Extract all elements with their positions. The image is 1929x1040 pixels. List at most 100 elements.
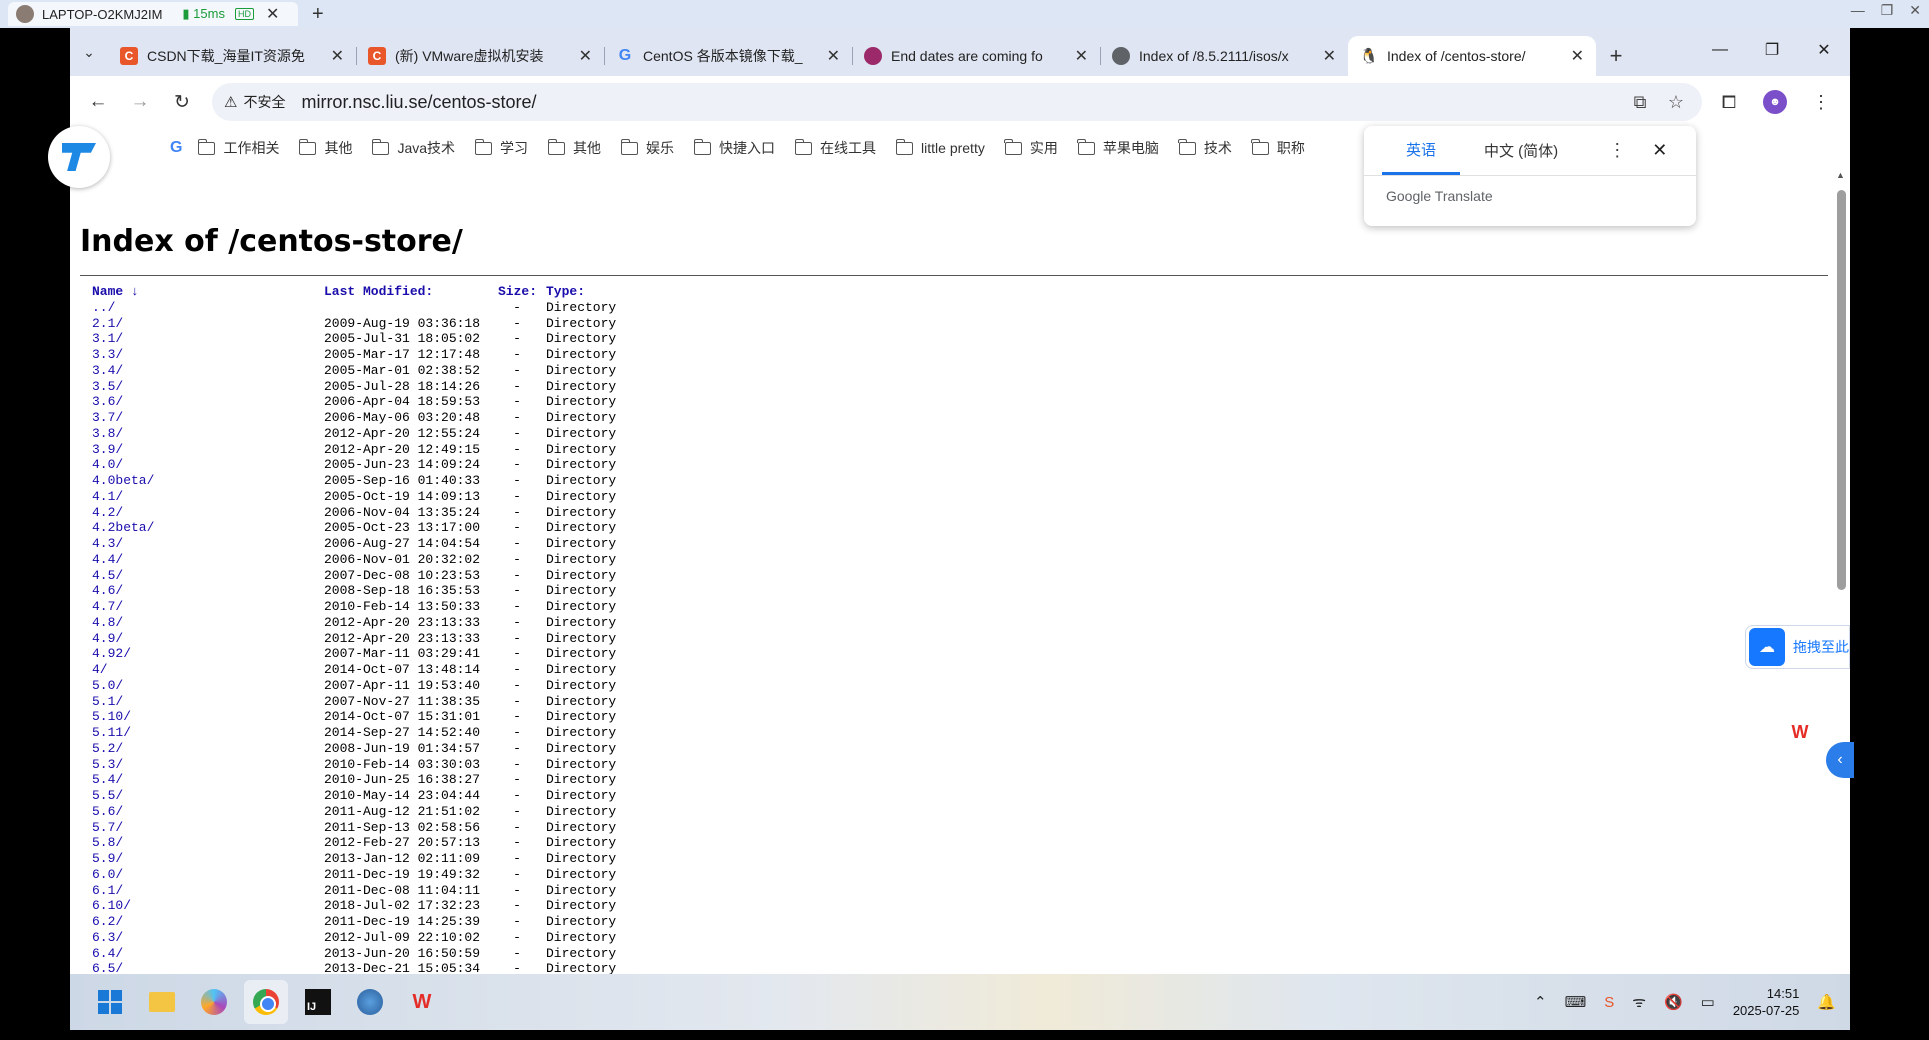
bookmark-folder[interactable]: 工作相关 (197, 138, 279, 158)
chevron-up-icon[interactable]: ⌃ (1534, 993, 1547, 1011)
entry-link[interactable]: 6.0/ (92, 867, 324, 883)
floating-app-logo[interactable] (48, 126, 110, 188)
sort-by-name[interactable]: Name ↓ (92, 284, 324, 300)
url-text[interactable]: mirror.nsc.liu.se/centos-store/ (301, 92, 1620, 113)
entry-link[interactable]: 4.2beta/ (92, 520, 324, 536)
bookmark-folder[interactable]: 学习 (474, 138, 528, 158)
entry-link[interactable]: 4/ (92, 662, 324, 678)
entry-link[interactable]: 4.0beta/ (92, 473, 324, 489)
entry-link[interactable]: 3.6/ (92, 394, 324, 410)
entry-link[interactable]: 4.92/ (92, 646, 324, 662)
file-explorer-icon[interactable] (140, 980, 184, 1024)
tab-close-icon[interactable]: ✕ (1075, 46, 1088, 66)
start-icon[interactable] (88, 980, 132, 1024)
new-tab-icon[interactable]: + (1596, 36, 1636, 76)
tab-end-dates[interactable]: End dates are coming fo ✕ (852, 36, 1100, 76)
page-scrollbar[interactable]: ▲ ▼ (1834, 168, 1848, 990)
google-bookmark-icon[interactable]: G (170, 139, 182, 157)
entry-link[interactable]: 5.1/ (92, 694, 324, 710)
entry-link[interactable]: 4.1/ (92, 489, 324, 505)
entry-link[interactable]: 5.10/ (92, 709, 324, 725)
entry-link[interactable]: 5.7/ (92, 820, 324, 836)
bookmark-folder[interactable]: 其他 (298, 138, 352, 158)
chevron-left-icon[interactable]: ‹ (1826, 742, 1854, 778)
extensions-icon[interactable]: ⧠ (1710, 83, 1748, 121)
minimize-icon[interactable]: — (1694, 28, 1746, 72)
bookmark-folder[interactable]: 实用 (1004, 138, 1058, 158)
volume-muted-icon[interactable]: 🔇 (1664, 993, 1683, 1011)
close-icon[interactable]: ✕ (1798, 28, 1850, 72)
bookmark-folder[interactable]: 技术 (1178, 138, 1232, 158)
scrollbar-thumb[interactable] (1837, 190, 1846, 590)
entry-link[interactable]: 4.7/ (92, 599, 324, 615)
back-icon[interactable]: ← (80, 84, 116, 120)
copilot-icon[interactable] (192, 980, 236, 1024)
entry-link[interactable]: 5.8/ (92, 835, 324, 851)
close-icon[interactable]: ✕ (1652, 140, 1667, 161)
bookmark-folder[interactable]: 职称 (1251, 138, 1305, 158)
wps-float-icon[interactable]: W (1780, 712, 1820, 752)
sort-by-type[interactable]: Type: (546, 284, 585, 300)
wps-icon[interactable]: W (400, 980, 444, 1024)
entry-link[interactable]: 2.1/ (92, 316, 324, 332)
clock[interactable]: 14:51 2025-07-25 (1733, 985, 1800, 1019)
entry-link[interactable]: 5.11/ (92, 725, 324, 741)
intellij-icon[interactable]: IJ (296, 980, 340, 1024)
bookmark-folder[interactable]: 其他 (547, 138, 601, 158)
scroll-up-icon[interactable]: ▲ (1836, 170, 1845, 180)
more-menu-icon[interactable]: ⋮ (1802, 83, 1840, 121)
tab-close-icon[interactable]: ✕ (1571, 46, 1584, 66)
entry-link[interactable]: 4.8/ (92, 615, 324, 631)
entry-link[interactable]: 5.5/ (92, 788, 324, 804)
entry-link[interactable]: 3.5/ (92, 379, 324, 395)
entry-link[interactable]: 3.3/ (92, 347, 324, 363)
translate-icon[interactable]: ⧉ (1624, 86, 1656, 118)
entry-link[interactable]: 3.1/ (92, 331, 324, 347)
entry-link[interactable]: 6.2/ (92, 914, 324, 930)
tab-index-isos[interactable]: Index of /8.5.2111/isos/x ✕ (1100, 36, 1348, 76)
bookmark-folder[interactable]: 快捷入口 (693, 138, 775, 158)
tab-index-centos-store[interactable]: 🐧 Index of /centos-store/ ✕ (1348, 36, 1596, 76)
sort-by-size[interactable]: Size: (488, 284, 546, 300)
restore-icon[interactable]: ❐ (1881, 2, 1894, 19)
entry-link[interactable]: ../ (92, 300, 324, 316)
entry-link[interactable]: 4.9/ (92, 631, 324, 647)
tab-vmware[interactable]: C (新) VMware虚拟机安装 ✕ (356, 36, 604, 76)
bookmark-folder[interactable]: Java技术 (371, 138, 455, 158)
more-options-icon[interactable]: ⋮ (1608, 140, 1626, 161)
bookmark-folder[interactable]: 娱乐 (620, 138, 674, 158)
tab-close-icon[interactable]: ✕ (331, 46, 344, 66)
network-globe-icon[interactable] (348, 980, 392, 1024)
source-language-tab[interactable]: 英语 (1382, 127, 1461, 175)
entry-link[interactable]: 6.4/ (92, 946, 324, 962)
security-indicator[interactable]: ⚠ 不安全 (224, 92, 285, 112)
entry-link[interactable]: 6.3/ (92, 930, 324, 946)
notification-icon[interactable]: 🔔 (1817, 993, 1836, 1011)
close-icon[interactable]: ✕ (1909, 2, 1921, 19)
entry-link[interactable]: 5.2/ (92, 741, 324, 757)
security-app-icon[interactable]: S (1604, 994, 1614, 1011)
new-session-icon[interactable]: + (312, 3, 324, 26)
bookmark-folder[interactable]: little pretty (895, 138, 985, 156)
entry-link[interactable]: 5.3/ (92, 757, 324, 773)
target-language-tab[interactable]: 中文 (简体) (1460, 128, 1582, 173)
bookmark-star-icon[interactable]: ☆ (1660, 86, 1692, 118)
bookmark-folder[interactable]: 苹果电脑 (1077, 138, 1159, 158)
entry-link[interactable]: 4.5/ (92, 568, 324, 584)
entry-link[interactable]: 4.4/ (92, 552, 324, 568)
entry-link[interactable]: 4.2/ (92, 505, 324, 521)
address-bar[interactable]: ⚠ 不安全 mirror.nsc.liu.se/centos-store/ ⧉ … (212, 83, 1702, 121)
bookmark-folder[interactable]: 在线工具 (794, 138, 876, 158)
close-session-icon[interactable]: ✕ (266, 4, 279, 24)
entry-link[interactable]: 4.6/ (92, 583, 324, 599)
sort-by-modified[interactable]: Last Modified: (324, 284, 488, 300)
tab-csdn[interactable]: C CSDN下载_海量IT资源免 ✕ (108, 36, 356, 76)
entry-link[interactable]: 3.9/ (92, 442, 324, 458)
tab-close-icon[interactable]: ✕ (1323, 46, 1336, 66)
entry-link[interactable]: 3.4/ (92, 363, 324, 379)
tab-centos-download[interactable]: G CentOS 各版本镜像下载_ ✕ (604, 36, 852, 76)
forward-icon[interactable]: → (122, 84, 158, 120)
entry-link[interactable]: 4.0/ (92, 457, 324, 473)
wifi-icon[interactable]: ᯤ (1632, 992, 1646, 1012)
drag-drop-widget[interactable]: ☁ 拖拽至此 (1745, 625, 1850, 669)
